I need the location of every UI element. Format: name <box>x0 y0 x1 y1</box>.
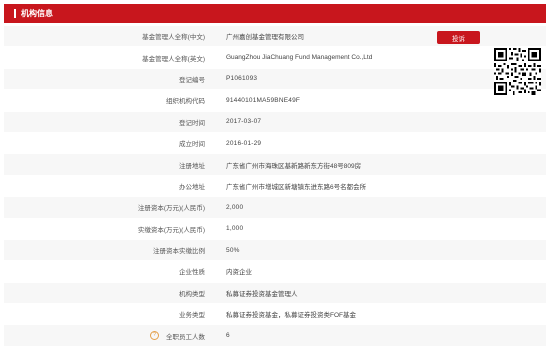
table-row: 办公地址 广东省广州市增城区新塘镇东进东路6号名都会所 <box>4 175 546 198</box>
row-value: 2017-03-07 <box>226 118 262 126</box>
row-label: 业务类型 <box>179 312 205 320</box>
row-label: 注册地址 <box>179 162 205 170</box>
row-label: 注册资本实缴比例 <box>153 248 205 256</box>
table-row: 组织机构代码 91440101MA59BNE49F <box>4 90 546 112</box>
row-label: 组织机构代码 <box>166 98 205 106</box>
row-value: 1,000 <box>226 225 244 233</box>
table-row: ? 全职员工人数 6 <box>4 325 546 347</box>
row-value: 私募证券投资基金管理人 <box>226 290 298 298</box>
table-row: 实缴资本(万元)(人民币) 1,000 <box>4 218 546 240</box>
table-row: 业务类型 私募证券投资基金，私募证券投资类FOF基金 <box>4 304 546 326</box>
info-table: 基金管理人全称(中文) 广州嘉创基金管理有限公司 基金管理人全称(英文) Gua… <box>4 26 546 347</box>
section-title: 机构信息 <box>21 9 53 18</box>
row-label: 基金管理人全称(英文) <box>142 55 205 63</box>
qr-code-image <box>494 48 541 95</box>
institution-info-page: 机构信息 基金管理人全称(中文) 广州嘉创基金管理有限公司 基金管理人全称(英文… <box>0 0 550 347</box>
row-label: 办公地址 <box>179 183 205 191</box>
row-label: 实缴资本(万元)(人民币) <box>137 226 205 234</box>
row-label: 登记时间 <box>179 119 205 127</box>
section-header: 机构信息 <box>4 4 546 23</box>
row-value: 50% <box>226 246 240 254</box>
table-row: 基金管理人全称(英文) GuangZhou JiaChuang Fund Man… <box>4 47 546 69</box>
table-row: 注册资本(万元)(人民币) 2,000 <box>4 197 546 219</box>
row-label: 企业性质 <box>179 269 205 277</box>
row-value: 内资企业 <box>226 269 252 277</box>
row-label-group: ? 全职员工人数 <box>150 331 205 341</box>
table-row: 机构类型 私募证券投资基金管理人 <box>4 282 546 305</box>
row-value: 91440101MA59BNE49F <box>226 96 301 104</box>
row-value: 私募证券投资基金，私募证券投资类FOF基金 <box>226 312 356 320</box>
table-row: 成立时间 2016-01-29 <box>4 132 546 155</box>
row-label: 全职员工人数 <box>166 333 205 341</box>
row-label: 注册资本(万元)(人民币) <box>137 205 205 213</box>
table-row: 注册资本实缴比例 50% <box>4 239 546 262</box>
table-row: 企业性质 内资企业 <box>4 261 546 283</box>
row-value: 广东省广州市增城区新塘镇东进东路6号名都会所 <box>226 183 367 191</box>
row-label: 机构类型 <box>179 290 205 298</box>
header-accent-bar <box>14 9 16 18</box>
row-label: 基金管理人全称(中文) <box>142 34 205 42</box>
row-value: P1061093 <box>226 75 258 83</box>
row-label-container: ? 全职员工人数 <box>4 331 209 341</box>
row-value: 广州嘉创基金管理有限公司 <box>226 34 304 42</box>
table-row: 登记时间 2017-03-07 <box>4 111 546 133</box>
row-value: 广东省广州市海珠区基新路新东方街48号809房 <box>226 162 362 170</box>
help-icon[interactable]: ? <box>150 331 159 341</box>
row-label: 登记编号 <box>179 76 205 84</box>
complain-button[interactable]: 投诉 <box>437 31 480 44</box>
row-value: 2016-01-29 <box>226 139 262 147</box>
row-value: 6 <box>226 332 230 340</box>
table-row: 注册地址 广东省广州市海珠区基新路新东方街48号809房 <box>4 154 546 176</box>
table-row: 登记编号 P1061093 <box>4 68 546 91</box>
row-value: 2,000 <box>226 203 244 211</box>
row-value: GuangZhou JiaChuang Fund Management Co.,… <box>226 54 373 62</box>
row-label: 成立时间 <box>179 141 205 149</box>
